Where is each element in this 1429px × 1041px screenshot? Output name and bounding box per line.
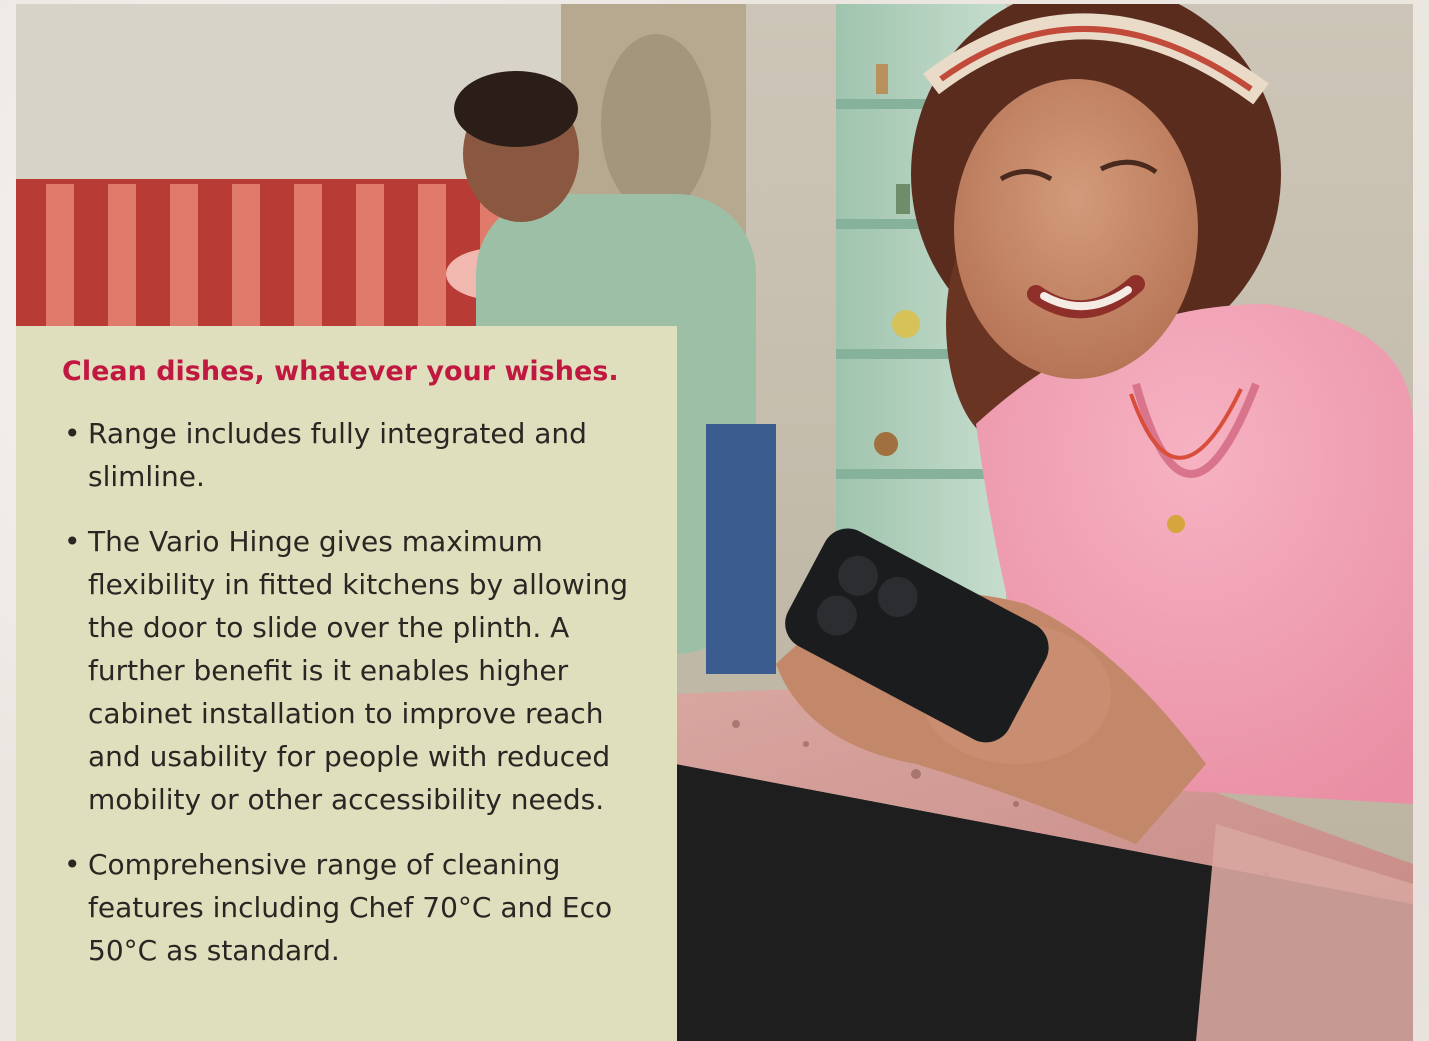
feature-text: The Vario Hinge gives maximum flexibilit… xyxy=(88,525,629,816)
bullet-marker: • xyxy=(64,417,81,450)
feature-text: Comprehensive range of cleaning features… xyxy=(88,848,613,967)
feature-list: • Range includes fully integrated and sl… xyxy=(62,412,637,972)
feature-panel: Clean dishes, whatever your wishes. • Ra… xyxy=(16,326,677,1041)
feature-item: • Comprehensive range of cleaning featur… xyxy=(62,843,637,972)
feature-item: • Range includes fully integrated and sl… xyxy=(62,412,637,498)
panel-heading: Clean dishes, whatever your wishes. xyxy=(62,356,619,387)
feature-item: • The Vario Hinge gives maximum flexibil… xyxy=(62,520,637,821)
bullet-marker: • xyxy=(64,525,81,558)
bullet-marker: • xyxy=(64,848,81,881)
feature-text: Range includes fully integrated and slim… xyxy=(88,417,587,493)
